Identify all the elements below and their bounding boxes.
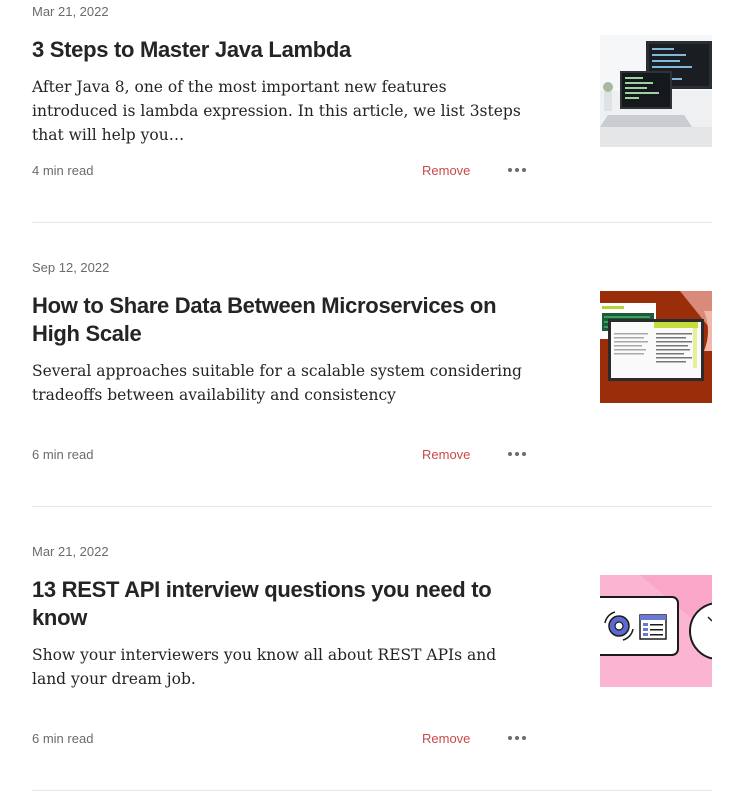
- more-options-icon[interactable]: [508, 164, 530, 176]
- rest-api-illustration-icon: [600, 575, 712, 687]
- article-date: Mar 21, 2022: [32, 544, 109, 559]
- article-excerpt[interactable]: After Java 8, one of the most important …: [32, 75, 532, 147]
- article-excerpt[interactable]: Show your interviewers you know all abou…: [32, 643, 532, 691]
- read-time: 6 min read: [32, 731, 94, 746]
- article-card[interactable]: Mar 21, 2022 3 Steps to Master Java Lamb…: [32, 0, 712, 222]
- documents-illustration-icon: [600, 291, 712, 403]
- more-options-icon[interactable]: [508, 732, 530, 744]
- article-excerpt[interactable]: Several approaches suitable for a scalab…: [32, 359, 532, 407]
- article-title[interactable]: 3 Steps to Master Java Lambda: [32, 36, 532, 64]
- divider: [32, 222, 712, 223]
- article-title[interactable]: How to Share Data Between Microservices …: [32, 292, 532, 348]
- divider: [32, 790, 712, 791]
- more-options-icon[interactable]: [508, 448, 530, 460]
- divider: [32, 506, 712, 507]
- reading-list: Mar 21, 2022 3 Steps to Master Java Lamb…: [0, 0, 732, 797]
- laptop-code-photo-icon: [600, 35, 712, 147]
- read-time: 4 min read: [32, 163, 94, 178]
- remove-button[interactable]: Remove: [422, 447, 470, 462]
- article-card[interactable]: Sep 12, 2022 How to Share Data Between M…: [32, 256, 712, 506]
- article-thumbnail[interactable]: [600, 291, 712, 403]
- article-card[interactable]: Mar 21, 2022 13 REST API interview quest…: [32, 540, 712, 790]
- remove-button[interactable]: Remove: [422, 163, 470, 178]
- article-thumbnail[interactable]: [600, 575, 712, 687]
- article-date: Mar 21, 2022: [32, 4, 109, 19]
- read-time: 6 min read: [32, 447, 94, 462]
- article-title[interactable]: 13 REST API interview questions you need…: [32, 576, 532, 632]
- article-thumbnail[interactable]: [600, 35, 712, 147]
- remove-button[interactable]: Remove: [422, 731, 470, 746]
- article-date: Sep 12, 2022: [32, 260, 110, 275]
